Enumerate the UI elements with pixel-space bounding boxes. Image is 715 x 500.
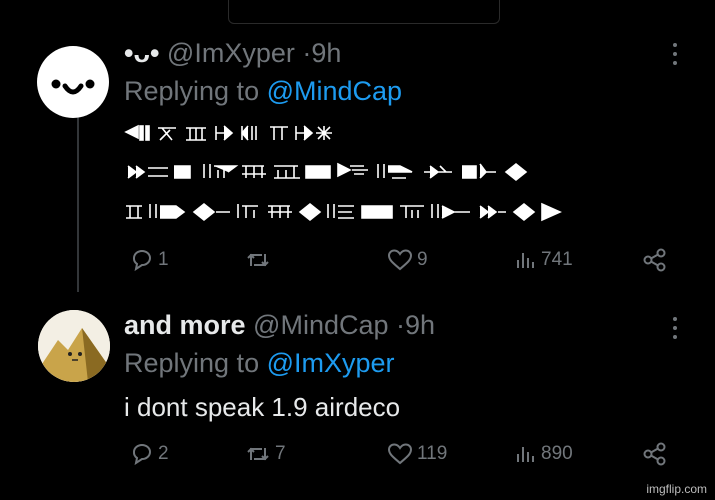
share-button[interactable] [642, 442, 668, 466]
reply-icon [133, 250, 151, 272]
more-icon[interactable] [673, 42, 677, 66]
handle[interactable]: @ImXyper [167, 38, 295, 68]
avatar[interactable] [38, 310, 110, 382]
handle[interactable]: @MindCap [253, 310, 388, 340]
pyramid-avatar-icon [38, 310, 110, 382]
action-bar: 2 7 119 890 [0, 442, 715, 472]
like-count: 9 [417, 249, 428, 270]
cuneiform-text [124, 124, 562, 222]
mention-link[interactable]: @ImXyper [267, 348, 395, 378]
watermark: imgflip.com [646, 482, 707, 496]
smiley-face-icon [51, 79, 95, 95]
tweet-header: and more @MindCap ·9h [124, 310, 435, 341]
mention-link[interactable]: @MindCap [267, 76, 402, 106]
share-icon [643, 442, 666, 466]
like-button[interactable]: 9 [387, 248, 428, 272]
display-name[interactable]: •ᴗ• [124, 38, 159, 68]
views-icon [517, 253, 534, 268]
repost-icon [247, 253, 269, 267]
display-name[interactable]: and more [124, 310, 246, 340]
top-bar [228, 0, 500, 24]
action-bar: 1 9 741 [0, 248, 715, 278]
share-button[interactable] [642, 248, 668, 272]
tweet-text: i dont speak 1.9 airdeco [124, 392, 401, 422]
tweet[interactable]: •ᴗ• @ImXyper ·9h Replying to @MindCap 1 … [0, 30, 715, 290]
reply-count: 1 [158, 249, 169, 270]
more-icon[interactable] [673, 316, 677, 340]
views-count: 741 [541, 249, 573, 270]
replying-label: Replying to [124, 348, 260, 378]
views-count: 890 [541, 443, 573, 464]
like-icon [387, 443, 413, 465]
reply-icon [133, 444, 151, 466]
views-icon [517, 447, 534, 462]
replying-to: Replying to @MindCap [124, 76, 402, 107]
separator-dot: · [396, 310, 406, 340]
replying-label: Replying to [124, 76, 260, 106]
avatar[interactable] [37, 46, 109, 118]
tweet[interactable]: and more @MindCap ·9h Replying to @ImXyp… [0, 296, 715, 500]
reply-count: 2 [158, 443, 169, 464]
repost-count: 7 [275, 443, 286, 464]
timestamp[interactable]: 9h [405, 310, 435, 340]
views-button[interactable]: 741 [515, 248, 573, 272]
reply-button[interactable]: 1 [130, 248, 169, 272]
tweet-header: •ᴗ• @ImXyper ·9h [124, 38, 341, 69]
repost-button[interactable]: 7 [245, 442, 286, 466]
reply-button[interactable]: 2 [130, 442, 169, 466]
replying-to: Replying to @ImXyper [124, 348, 395, 379]
like-count: 119 [417, 443, 448, 464]
repost-icon [247, 447, 269, 461]
share-icon [643, 248, 666, 272]
like-icon [387, 249, 413, 271]
like-button[interactable]: 119 [387, 442, 447, 466]
repost-button[interactable] [245, 248, 275, 272]
views-button[interactable]: 890 [515, 442, 573, 466]
timestamp[interactable]: 9h [311, 38, 341, 68]
